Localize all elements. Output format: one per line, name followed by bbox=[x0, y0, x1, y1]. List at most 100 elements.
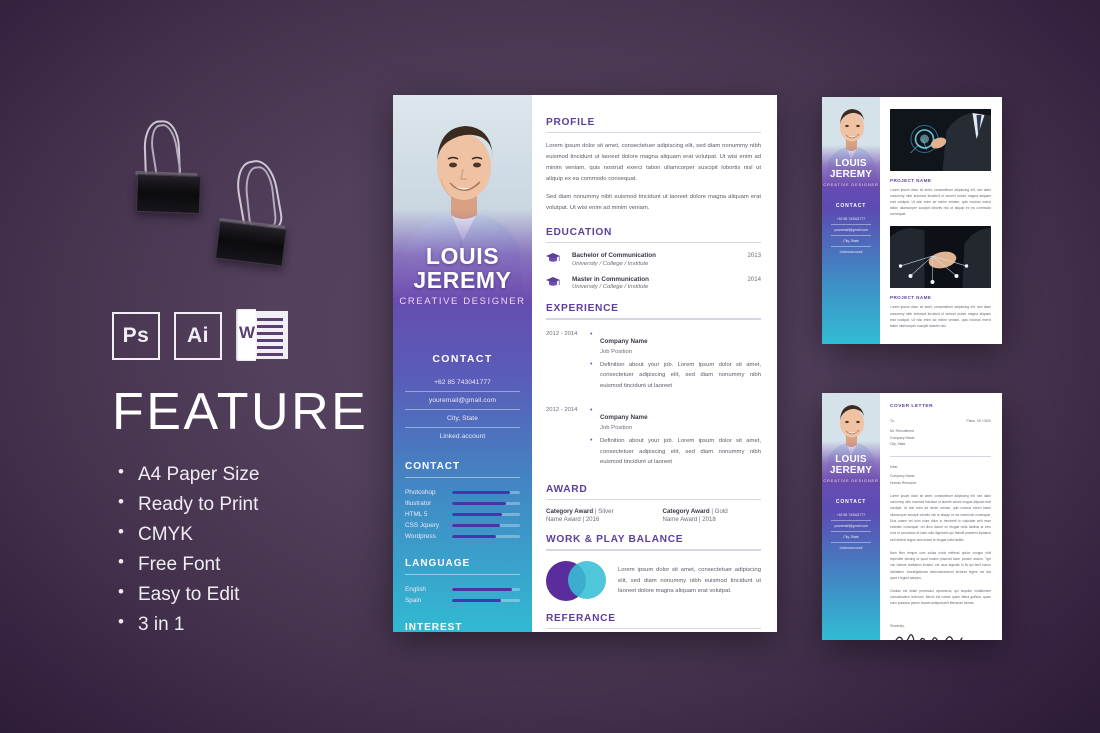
education-year: 2014 bbox=[747, 275, 761, 283]
cover-to-label: To, bbox=[890, 419, 895, 423]
skill-fill bbox=[452, 523, 500, 528]
contact-location: City, State bbox=[405, 409, 520, 427]
education-divider bbox=[546, 241, 761, 244]
cover-body-1: Lorem ipsum dolor sit amet, consectetuer… bbox=[890, 493, 991, 542]
skills-divider bbox=[405, 477, 520, 478]
skill-track bbox=[452, 523, 520, 528]
cover-contact-list: +62 85 743041777 youremail@gmail.com Cit… bbox=[831, 510, 871, 553]
feature-list-item: 3 in 1 bbox=[112, 609, 392, 640]
education-school: University / College / Institute bbox=[572, 284, 649, 291]
cover-contact-heading: CONTACT bbox=[835, 499, 867, 505]
contact-phone: +62 85 743041777 bbox=[434, 379, 491, 386]
portfolio-contact-email: youremail@gmail.com bbox=[831, 224, 871, 235]
cover-address: Mr. Recruitment Company Name City, State bbox=[890, 429, 915, 447]
experience-position: Job Position bbox=[600, 348, 633, 355]
feature-panel: Ps Ai W FEATURE A4 Paper Size Ready to P… bbox=[112, 308, 392, 640]
profile-paragraph-2: Sed diam nonummy nibh euismod tincidunt … bbox=[546, 194, 761, 212]
resume-name-last: JEREMY bbox=[413, 266, 512, 293]
award-name: Name Award | 2016 bbox=[546, 516, 600, 524]
award-category: Category Award bbox=[662, 507, 710, 515]
language-label: English bbox=[405, 586, 426, 593]
experience-company-row: • Company Name Job Position bbox=[590, 330, 761, 355]
skill-label: Photoshop bbox=[405, 489, 436, 496]
profile-divider bbox=[546, 132, 761, 134]
contact-linkedin: Linked.account bbox=[405, 427, 520, 445]
cover-name-block: LOUIS JEREMY CREATIVE DESIGNER bbox=[822, 454, 880, 482]
portfolio-document: LOUIS JEREMY CREATIVE DESIGNER CONTACT +… bbox=[822, 97, 1002, 344]
language-label: Spain bbox=[405, 597, 422, 604]
language-list: English Spain bbox=[405, 584, 520, 606]
reference-divider bbox=[546, 627, 761, 630]
bullet-icon: • bbox=[590, 407, 593, 415]
balance-block: Lorem ipsum dolor sit amet, consectetuer… bbox=[546, 560, 761, 602]
cover-contact-phone: +62 85 743041777 bbox=[836, 513, 866, 517]
feature-list-item: A4 Paper Size bbox=[112, 459, 392, 490]
binder-clip-left bbox=[125, 116, 209, 223]
cover-date: Place, 00 / 0000 bbox=[966, 419, 991, 423]
cover-to-row: To, Place, 00 / 0000 bbox=[890, 418, 991, 424]
signature-icon bbox=[895, 634, 963, 640]
illustrator-badge: Ai bbox=[174, 312, 222, 360]
language-row: English bbox=[405, 584, 520, 595]
skill-row: Wordpress bbox=[405, 531, 520, 542]
education-item: Bachelor of Communication University / C… bbox=[546, 252, 761, 267]
experience-description: Definition about your job. Lorem ipsum d… bbox=[600, 361, 761, 389]
project-text-2: Lorem ipsum dolor sit amet, consectetuer… bbox=[890, 305, 991, 328]
experience-company: Company Name bbox=[600, 414, 648, 422]
project-image-2 bbox=[890, 226, 991, 289]
photoshop-badge: Ps bbox=[112, 312, 160, 360]
portfolio-contact-heading: CONTACT bbox=[835, 203, 867, 209]
project-title-2: PROJECT NAME bbox=[890, 295, 932, 301]
feature-list-item: Free Font bbox=[112, 549, 392, 580]
skill-label: Illustrator bbox=[405, 500, 432, 507]
venn-diagram bbox=[546, 560, 606, 602]
bullet-icon: • bbox=[590, 330, 593, 338]
language-fill bbox=[452, 587, 512, 592]
skills-heading: CONTACT bbox=[405, 461, 461, 472]
balance-text: Lorem ipsum dolor sit amet, consectetuer… bbox=[618, 566, 761, 595]
cover-divider bbox=[890, 455, 991, 457]
feature-title: FEATURE bbox=[112, 383, 369, 441]
education-school: University / College / Institute bbox=[572, 260, 649, 267]
feature-list-item: Ready to Print bbox=[112, 489, 392, 520]
education-text: Master in Communication University / Col… bbox=[572, 276, 741, 291]
education-text: Bachelor of Communication University / C… bbox=[572, 252, 741, 267]
experience-description: Definition about your job. Lorem ipsum d… bbox=[600, 438, 761, 466]
portfolio-name-block: LOUIS JEREMY CREATIVE DESIGNER bbox=[822, 158, 880, 186]
portfolio-sidebar: LOUIS JEREMY CREATIVE DESIGNER CONTACT +… bbox=[822, 97, 880, 344]
cover-sidebar: LOUIS JEREMY CREATIVE DESIGNER CONTACT +… bbox=[822, 393, 880, 640]
experience-description-row: • Definition about your job. Lorem ipsum… bbox=[590, 360, 761, 392]
experience-description-row: • Definition about your job. Lorem ipsum… bbox=[590, 436, 761, 468]
portfolio-main-column: PROJECT NAME Lorem ipsum dolor sit amet,… bbox=[880, 97, 1002, 344]
portfolio-contact-linkedin: Linked.account bbox=[831, 246, 871, 257]
award-tier: | Gold bbox=[709, 507, 728, 515]
word-badge-page bbox=[252, 311, 288, 359]
portfolio-name-last: JEREMY bbox=[829, 168, 873, 180]
resume-name-block: LOUIS JEREMY CREATIVE DESIGNER bbox=[393, 244, 532, 307]
graduation-cap-icon bbox=[546, 252, 572, 264]
profile-heading: PROFILE bbox=[546, 117, 596, 128]
skill-track bbox=[452, 490, 520, 495]
cover-title: COVER LETTER bbox=[890, 404, 934, 409]
illustrator-badge-label: Ai bbox=[187, 324, 209, 347]
award-list: Category Award | Silver Name Award | 201… bbox=[546, 508, 761, 524]
experience-item: 2012 - 2014 • Company Name Job Position … bbox=[546, 406, 761, 473]
skill-row: HTML 5 bbox=[405, 509, 520, 520]
portfolio-contact-phone: +62 85 743041777 bbox=[836, 217, 866, 221]
project-image-1 bbox=[890, 109, 991, 171]
skill-track bbox=[452, 534, 520, 539]
cover-recipient: Company Name Human Resource bbox=[890, 474, 917, 485]
contact-list: +62 85 743041777 youremail@gmail.com Cit… bbox=[405, 374, 520, 445]
experience-body: • Company Name Job Position • Definition… bbox=[590, 406, 761, 473]
cover-contact-email: youremail@gmail.com bbox=[831, 520, 871, 531]
experience-years: 2012 - 2014 bbox=[546, 330, 578, 337]
word-badge-label: W bbox=[238, 323, 256, 342]
interest-heading: INTEREST bbox=[405, 622, 463, 632]
resume-sidebar: LOUIS JEREMY CREATIVE DESIGNER CONTACT +… bbox=[393, 95, 532, 632]
language-fill bbox=[452, 598, 501, 603]
graduation-cap-icon bbox=[546, 276, 572, 288]
cover-contact-location: City, State bbox=[831, 531, 871, 542]
photoshop-badge-label: Ps bbox=[122, 324, 150, 347]
app-format-badges: Ps Ai W bbox=[112, 308, 392, 361]
experience-divider bbox=[546, 318, 761, 320]
